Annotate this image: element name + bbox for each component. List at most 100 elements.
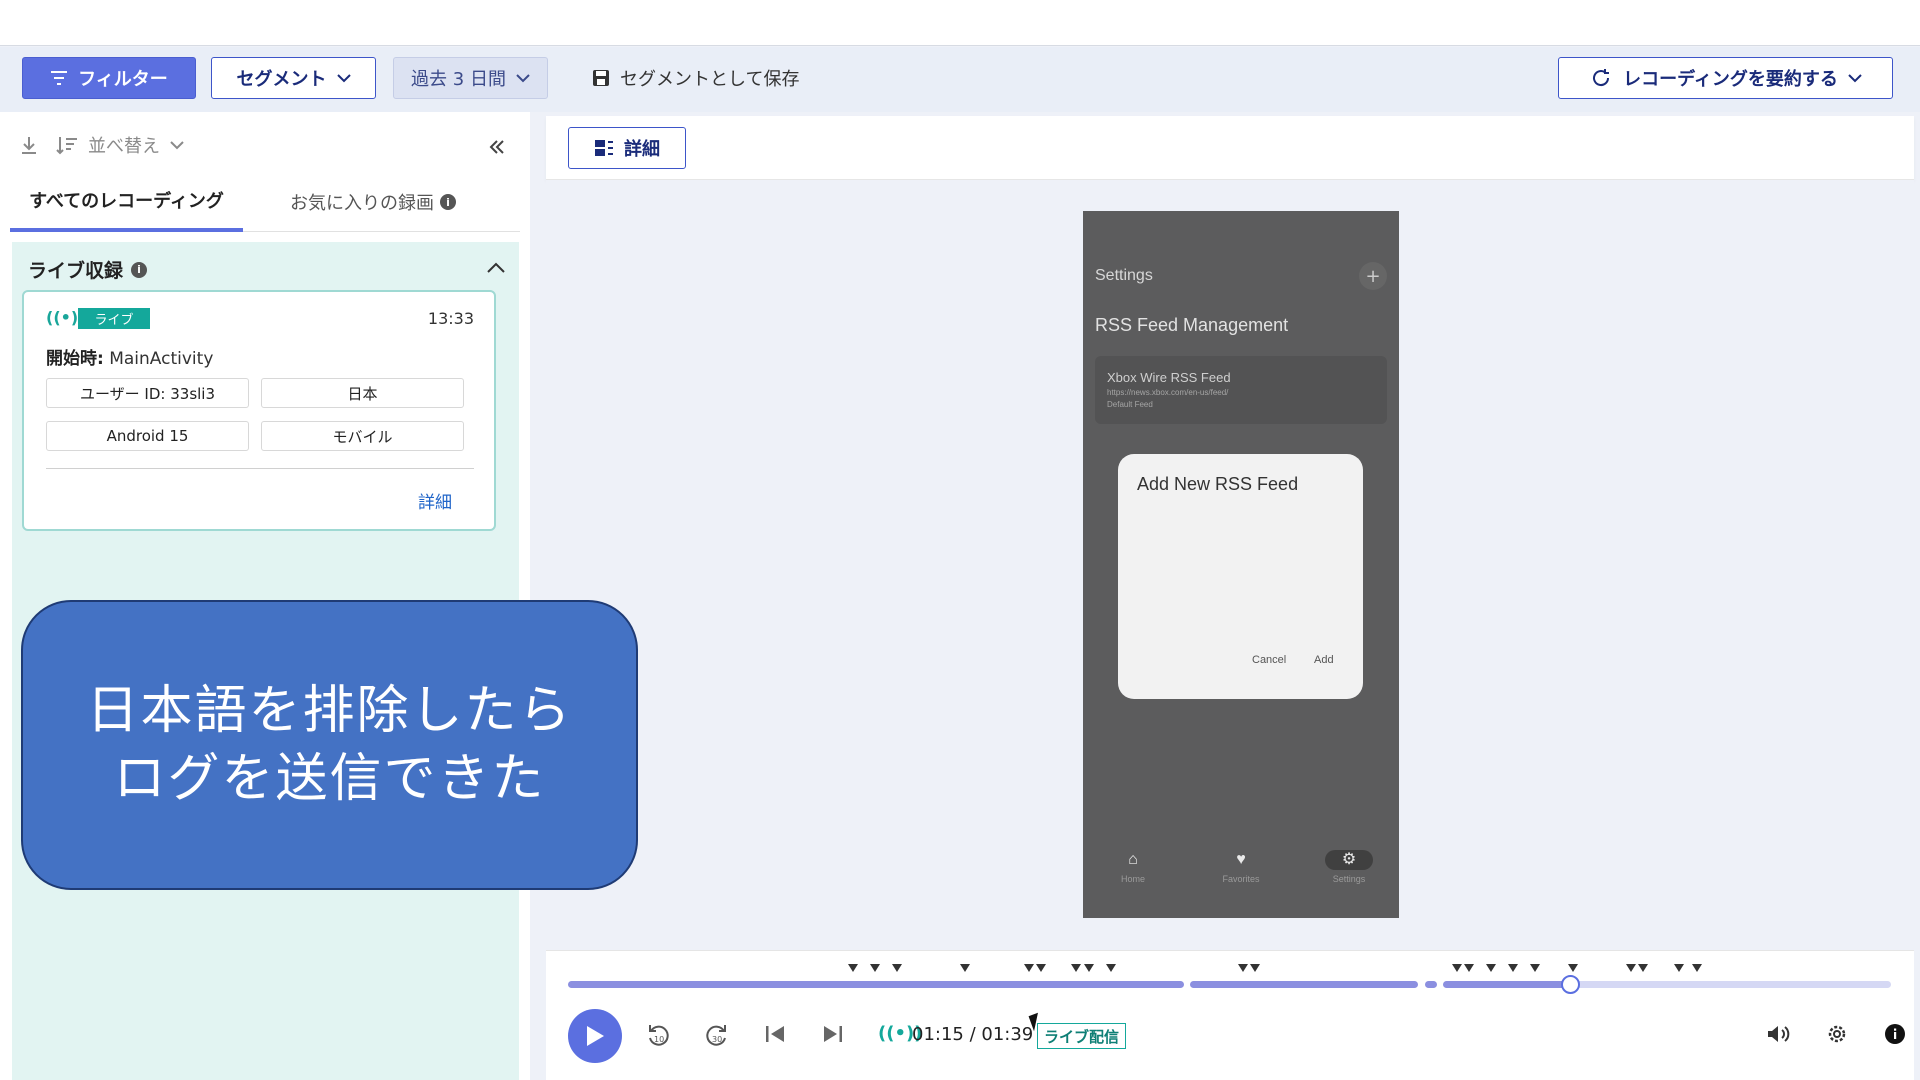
playback-controls: 10 30 ((•)) 01:15 / 01:39 ライブ配信 <box>568 1009 1905 1065</box>
date-range-label: 過去 3 日間 <box>411 69 506 90</box>
start-activity: 開始時: MainActivity <box>46 344 213 369</box>
info-button[interactable] <box>1884 1023 1906 1050</box>
forward-30-button[interactable]: 30 <box>705 1023 729 1054</box>
event-marker[interactable] <box>1106 964 1116 972</box>
previous-button[interactable] <box>764 1023 786 1050</box>
callout-line-2: ログを送信できた <box>113 749 546 809</box>
details-panel-icon <box>595 140 613 156</box>
dialog-add: Add <box>1314 654 1334 666</box>
os-pill: Android 15 <box>46 421 249 451</box>
feed-card: Xbox Wire RSS Feed https://news.xbox.com… <box>1095 356 1387 424</box>
info-icon[interactable]: i <box>440 194 456 210</box>
filter-button[interactable]: フィルター <box>22 57 196 99</box>
event-marker[interactable] <box>1464 964 1474 972</box>
live-badge: ライブ <box>78 308 150 329</box>
heart-icon: ♥ <box>1236 851 1246 868</box>
live-stream-tag[interactable]: ライブ配信 <box>1037 1023 1127 1049</box>
event-marker[interactable] <box>1084 964 1094 972</box>
info-icon[interactable]: i <box>131 261 148 278</box>
event-marker[interactable] <box>1486 964 1496 972</box>
tab-label: お気に入りの録画 <box>290 193 434 214</box>
play-icon <box>587 1026 604 1046</box>
live-recording-card[interactable]: ((•)) ライブ 13:33 開始時: MainActivity ユーザー I… <box>22 290 496 531</box>
play-button[interactable] <box>568 1009 622 1063</box>
main-header: 詳細 <box>546 116 1914 180</box>
chevron-down-icon <box>516 73 530 82</box>
volume-button[interactable] <box>1766 1023 1790 1050</box>
event-marker[interactable] <box>1568 964 1578 972</box>
recording-tabs: すべてのレコーディング お気に入りの録画 i <box>10 172 520 232</box>
sort-button[interactable]: 並べ替え <box>56 132 184 158</box>
rewind-10-icon: 10 <box>649 1025 669 1046</box>
refresh-spark-icon <box>1593 69 1610 87</box>
timeline-track[interactable] <box>568 964 1892 994</box>
event-marker[interactable] <box>1036 964 1046 972</box>
gear-icon: ⚙ <box>1325 850 1373 870</box>
event-marker[interactable] <box>1452 964 1462 972</box>
skip-previous-icon <box>766 1026 784 1042</box>
timeline-scrubber[interactable] <box>1561 975 1581 994</box>
feed-title: Xbox Wire RSS Feed <box>1107 370 1231 385</box>
live-section-header: ライブ収録 i <box>28 256 148 283</box>
settings-button[interactable] <box>1826 1023 1848 1050</box>
nav-label: Favorites <box>1222 874 1260 884</box>
tab-all-recordings[interactable]: すべてのレコーディング <box>10 172 243 232</box>
app-nav-home: ⌂ Home <box>1093 850 1173 884</box>
event-marker[interactable] <box>1692 964 1702 972</box>
app-heading: RSS Feed Management <box>1095 315 1289 335</box>
sort-label: 並べ替え <box>88 136 160 157</box>
save-segment-button[interactable]: セグメントとして保存 <box>582 57 822 99</box>
download-icon[interactable] <box>20 135 38 155</box>
event-marker[interactable] <box>1238 964 1248 972</box>
filter-label: フィルター <box>78 69 168 90</box>
svg-text:10: 10 <box>654 1035 664 1044</box>
panel-gutter <box>530 112 546 1080</box>
nav-label: Home <box>1120 874 1145 884</box>
save-icon <box>593 70 609 86</box>
feed-url: https://news.xbox.com/en-us/feed/ <box>1107 388 1229 397</box>
details-button[interactable]: 詳細 <box>568 127 686 169</box>
timeline-segment <box>1425 981 1437 988</box>
card-divider <box>46 468 474 469</box>
segment-dropdown[interactable]: セグメント <box>211 57 376 99</box>
segment-label: セグメント <box>236 69 327 90</box>
recording-time: 13:33 <box>427 309 474 328</box>
card-detail-link[interactable]: 詳細 <box>418 488 452 513</box>
user-id-pill: ユーザー ID: 33sli3 <box>46 378 249 408</box>
event-marker[interactable] <box>1250 964 1260 972</box>
feed-sub: Default Feed <box>1107 400 1153 409</box>
event-marker[interactable] <box>1508 964 1518 972</box>
device-pill: モバイル <box>261 421 464 451</box>
app-nav-favorites: ♥ Favorites <box>1201 850 1281 884</box>
app-screen-title: Settings <box>1095 267 1153 284</box>
event-marker[interactable] <box>848 964 858 972</box>
save-segment-label: セグメントとして保存 <box>620 69 800 90</box>
timeline-remaining <box>1571 981 1891 988</box>
tab-favorite-recordings[interactable]: お気に入りの録画 i <box>290 172 456 232</box>
event-marker[interactable] <box>1071 964 1081 972</box>
summarize-recording-button[interactable]: レコーディングを要約する <box>1558 57 1893 99</box>
home-icon: ⌂ <box>1128 851 1138 868</box>
event-marker[interactable] <box>1626 964 1636 972</box>
date-range-dropdown[interactable]: 過去 3 日間 <box>393 57 548 99</box>
annotation-callout: 日本語を排除したら ログを送信できた <box>21 600 638 890</box>
event-marker[interactable] <box>1674 964 1684 972</box>
chevron-down-icon <box>336 73 351 82</box>
app-nav-settings: ⚙ Settings <box>1309 850 1389 884</box>
rewind-10-button[interactable]: 10 <box>646 1023 670 1054</box>
start-value: MainActivity <box>109 349 214 369</box>
forward-30-icon: 30 <box>706 1025 726 1046</box>
dialog-cancel: Cancel <box>1252 654 1287 666</box>
top-strip <box>0 0 1920 46</box>
event-marker[interactable] <box>1530 964 1540 972</box>
chevron-up-icon[interactable] <box>487 254 505 278</box>
details-button-label: 詳細 <box>624 139 660 160</box>
event-marker[interactable] <box>892 964 902 972</box>
event-marker[interactable] <box>960 964 970 972</box>
collapse-panel-icon[interactable] <box>488 136 506 161</box>
event-marker[interactable] <box>1638 964 1648 972</box>
nav-label: Settings <box>1332 874 1366 884</box>
next-button[interactable] <box>822 1023 844 1050</box>
event-marker[interactable] <box>1024 964 1034 972</box>
event-marker[interactable] <box>870 964 880 972</box>
